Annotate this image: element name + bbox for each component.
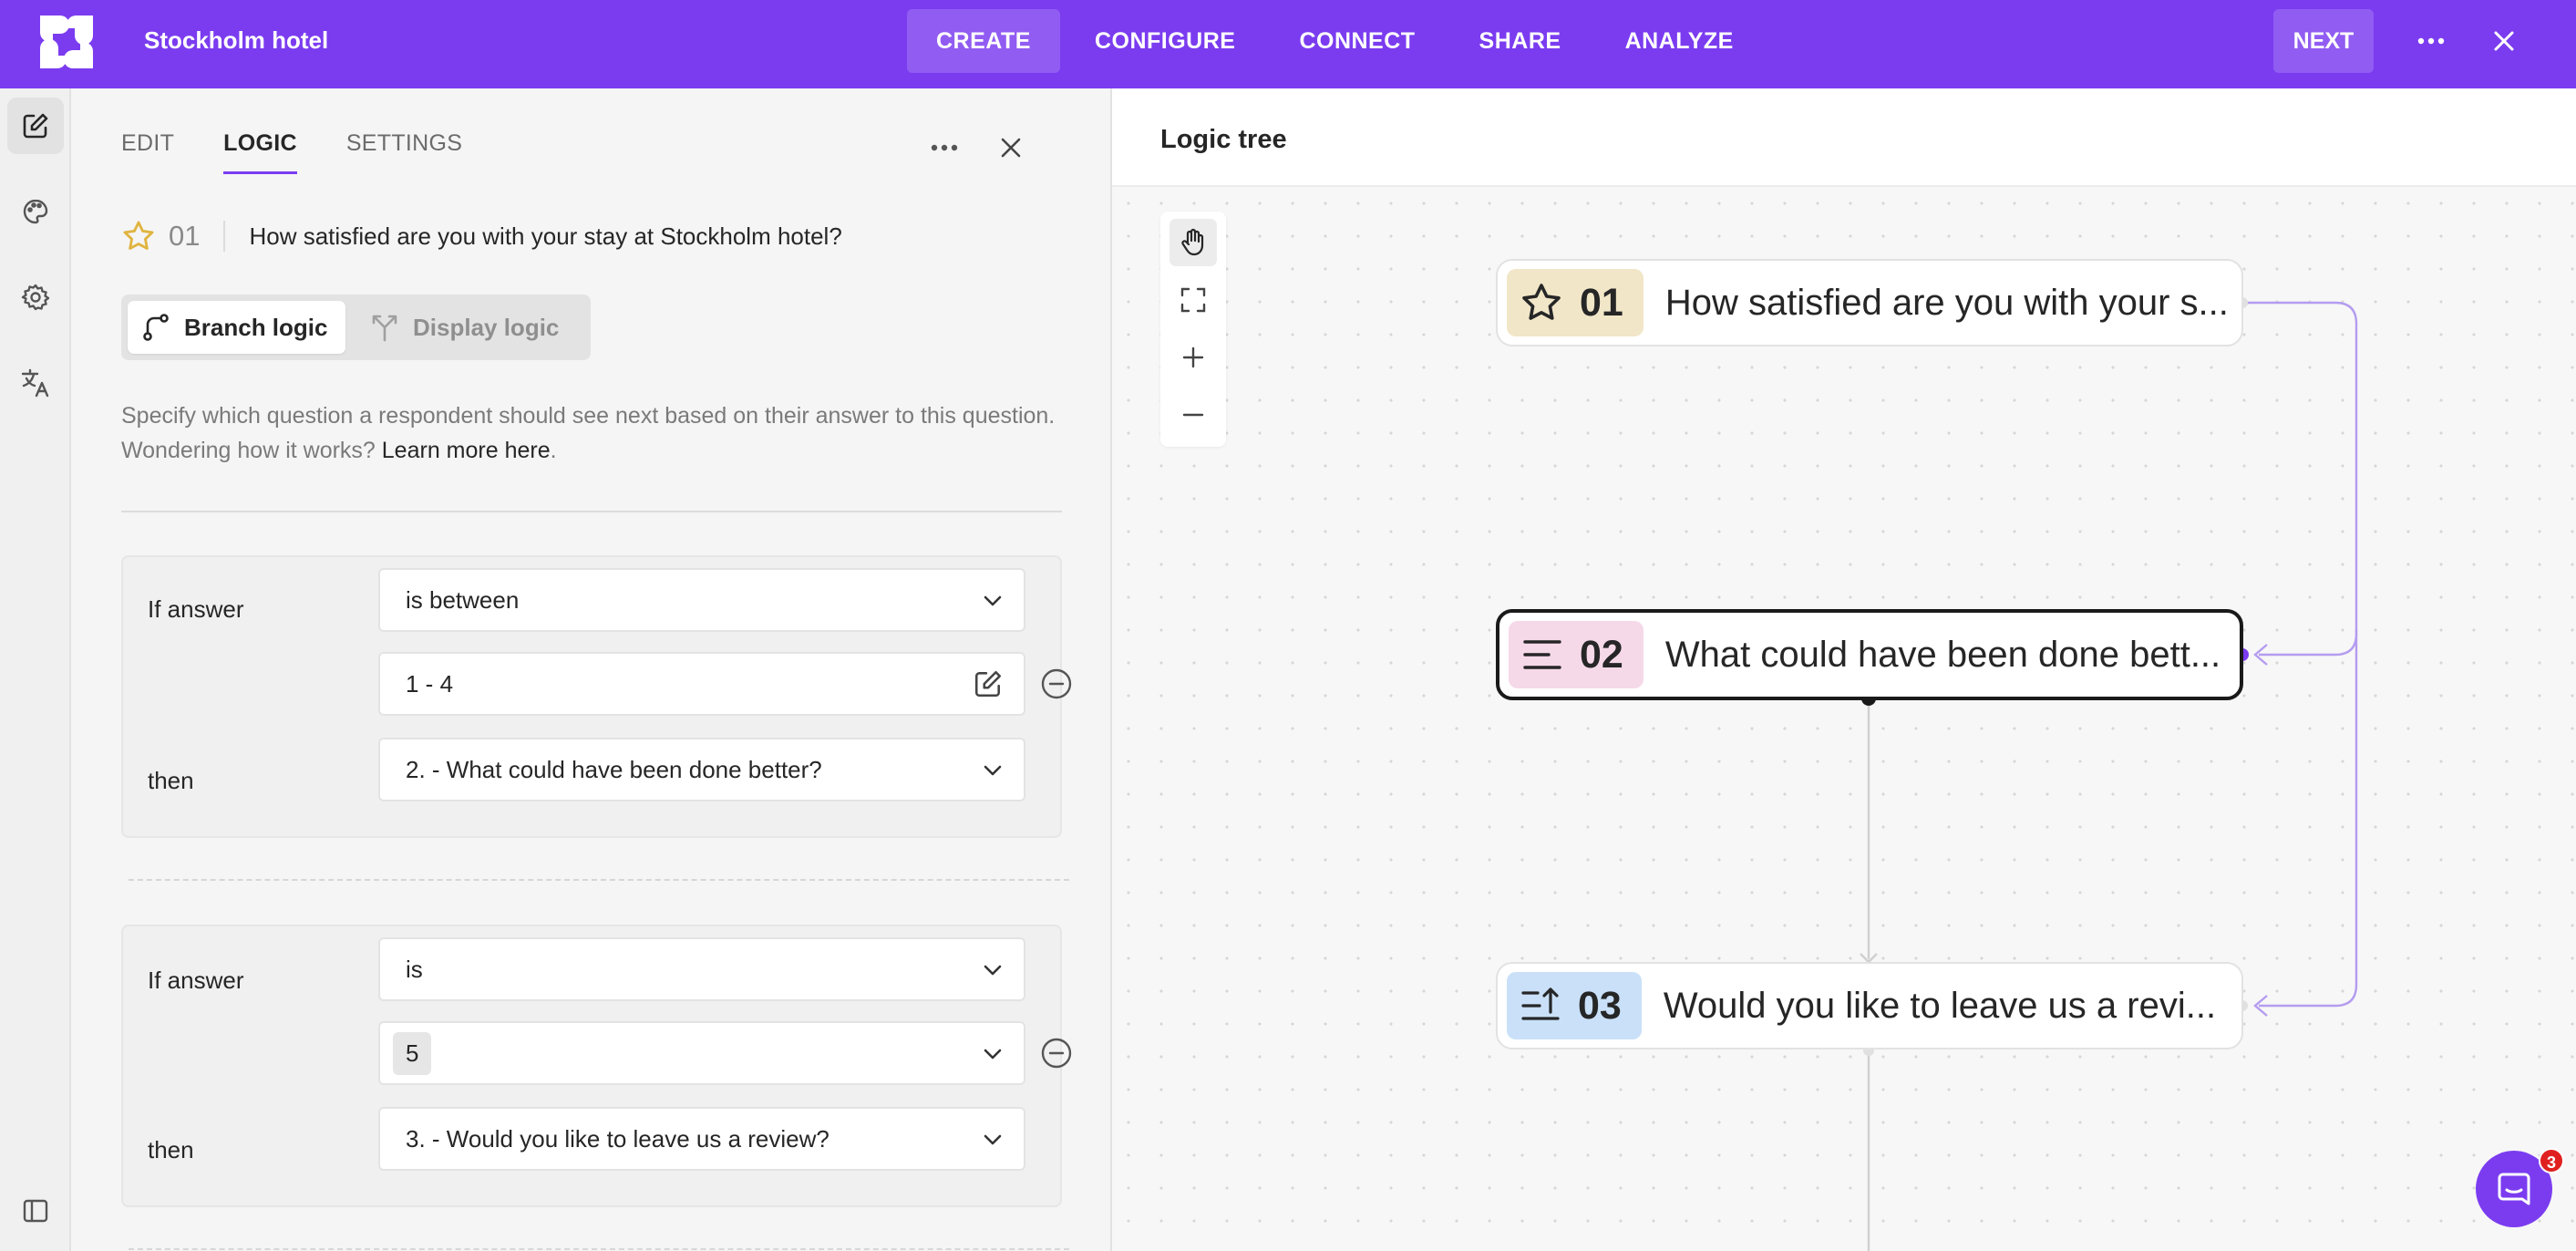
top-bar: Stockholm hotel CREATE CONFIGURE CONNECT… [0,0,2576,88]
more-options-icon[interactable] [2408,18,2454,64]
chevron-down-icon [984,765,1002,776]
panel-tabs: EDIT LOGIC SETTINGS [121,130,511,174]
branch-rule-1: If answer is between 1 - 4 then 2. - Wha… [121,555,1072,838]
long-text-icon [1523,640,1561,669]
nav-share[interactable]: SHARE [1450,9,1591,73]
sidebar-toggle-icon[interactable] [7,1183,64,1239]
logo-icon[interactable] [36,12,97,72]
question-text: How satisfied are you with your stay at … [249,222,842,250]
app-title[interactable]: Stockholm hotel [144,0,328,88]
sort-icon [1521,987,1560,1020]
branch-logic-label: Branch logic [184,313,328,341]
help-text: Specify which question a respondent shou… [121,403,1056,463]
logic-node-02[interactable]: 02 What could have been done bett... [1496,609,2243,700]
nav-create[interactable]: CREATE [907,9,1060,73]
zoom-out-icon[interactable] [1170,391,1217,439]
star-icon [123,221,154,250]
branch-logic-button[interactable]: Branch logic [128,301,346,354]
tab-logic[interactable]: LOGIC [223,130,297,174]
logic-panel: EDIT LOGIC SETTINGS 01 How satisfied are… [71,88,1112,1251]
then-label: then [148,767,194,794]
logic-node-01[interactable]: 01 How satisfied are you with your s... [1496,259,2243,346]
chevron-down-icon [984,965,1002,976]
canvas-zoom-controls [1160,212,1226,447]
chevron-down-icon [984,595,1002,606]
display-logic-button[interactable]: Display logic [356,301,577,354]
learn-more-link[interactable]: Learn more here [382,438,551,463]
divider [223,221,226,252]
display-logic-label: Display logic [413,313,560,341]
divider [121,511,1062,512]
star-icon [1522,284,1561,320]
then-label: then [148,1136,194,1163]
zoom-in-icon[interactable] [1170,334,1217,381]
left-rail [0,88,71,1251]
nav-analyze[interactable]: ANALYZE [1596,9,1763,73]
target-question-select[interactable]: 3. - Would you like to leave us a review… [378,1107,1025,1171]
operator-select[interactable]: is [378,937,1025,1001]
split-icon [372,315,397,342]
divider [129,1248,1069,1250]
node-title: What could have been done bett... [1664,634,2221,675]
remove-condition-icon[interactable] [1040,1037,1073,1070]
chevron-down-icon [984,1134,1002,1145]
edit-icon[interactable] [7,98,64,154]
chevron-down-icon [984,1049,1002,1060]
palette-icon[interactable] [7,183,64,240]
question-number: 01 [169,220,201,252]
logic-tree-header: Logic tree [1112,88,2576,187]
notification-badge: 3 [2539,1148,2564,1173]
tab-edit[interactable]: EDIT [121,130,174,174]
range-value-field[interactable]: 1 - 4 [378,652,1025,716]
nav-configure[interactable]: CONFIGURE [1066,9,1265,73]
hand-tool-icon[interactable] [1170,219,1217,266]
node-number: 02 [1580,632,1623,677]
logic-node-03[interactable]: 03 Would you like to leave us a revi... [1496,962,2243,1049]
question-header: 01 How satisfied are you with your stay … [121,216,842,256]
panel-more-icon[interactable] [924,128,964,168]
node-badge: 02 [1509,621,1643,688]
value-chip: 5 [393,1031,432,1075]
node-number: 03 [1578,983,1622,1028]
node-badge: 03 [1507,972,1642,1039]
if-answer-label: If answer [148,967,244,994]
node-title: How satisfied are you with your s... [1664,282,2229,323]
nav-connect[interactable]: CONNECT [1270,9,1444,73]
node-badge: 01 [1507,269,1643,336]
tab-settings[interactable]: SETTINGS [346,130,462,174]
branch-rule-2: If answer is 5 then 3. - Would you like … [121,925,1072,1207]
operator-select[interactable]: is between [378,568,1025,632]
chat-icon [2498,1173,2530,1205]
close-icon[interactable] [2481,18,2527,64]
panel-close-icon[interactable] [991,128,1031,168]
fit-view-icon[interactable] [1170,276,1217,324]
translate-icon[interactable] [7,355,64,411]
target-question-select[interactable]: 2. - What could have been done better? [378,738,1025,801]
if-answer-label: If answer [148,595,244,623]
edit-icon[interactable] [973,668,1004,699]
gear-icon[interactable] [7,269,64,326]
branch-icon [143,314,169,341]
answer-value-select[interactable]: 5 [378,1021,1025,1085]
logic-tree-title: Logic tree [1160,125,1287,154]
logic-mode-switch: Branch logic Display logic [121,295,591,360]
logic-tree-canvas[interactable] [1112,187,2576,1251]
main-nav: CREATE CONFIGURE CONNECT SHARE ANALYZE [907,9,1768,73]
next-button[interactable]: NEXT [2273,9,2374,73]
node-number: 01 [1580,280,1623,325]
node-title: Would you like to leave us a revi... [1663,985,2217,1026]
divider [129,879,1069,881]
remove-condition-icon[interactable] [1040,667,1073,700]
